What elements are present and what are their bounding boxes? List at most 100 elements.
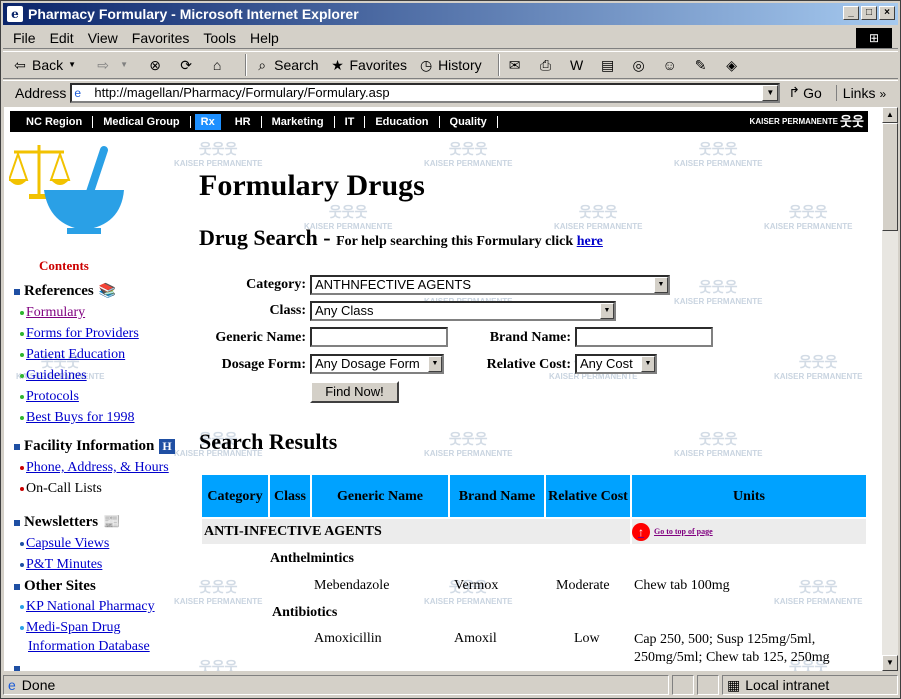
empty-cell <box>270 627 310 667</box>
scroll-up-button[interactable]: ▲ <box>882 107 898 123</box>
forward-arrow-icon: ⇨ <box>97 57 109 73</box>
link-text: Patient Education <box>26 347 126 362</box>
refresh-button[interactable]: ⟳ <box>177 56 198 74</box>
nav-it[interactable]: IT <box>335 115 366 128</box>
favorites-icon: ★ <box>331 57 344 73</box>
bullet <box>20 466 24 470</box>
book-button[interactable]: ◈ <box>723 56 744 74</box>
vertical-scrollbar[interactable]: ▲ ▼ <box>882 107 898 671</box>
document-icon: ▤ <box>601 57 615 73</box>
ie-icon: e <box>7 6 23 22</box>
search-label: Search <box>274 57 319 73</box>
col-brand-name: Brand Name <box>450 475 544 517</box>
toolbar-separator <box>245 54 248 76</box>
link-kp-national-pharmacy[interactable]: KP National Pharmacy <box>20 599 155 615</box>
go-arrow-icon: ↱ <box>788 84 801 100</box>
bullet <box>20 332 24 336</box>
to-top-cell: ↑ Go to top of page <box>632 519 866 544</box>
nav-rx[interactable]: Rx <box>194 113 221 130</box>
link-best-buys[interactable]: Best Buys for 1998 <box>20 410 135 426</box>
up-arrow-icon: ↑ <box>632 522 650 541</box>
close-button[interactable]: × <box>879 6 895 20</box>
brand-cell: Amoxil <box>454 631 497 646</box>
help-link[interactable]: here <box>577 234 603 249</box>
print-button[interactable]: ⎙ <box>537 56 558 74</box>
nav-nc-region[interactable]: NC Region <box>16 115 94 128</box>
links-button[interactable]: Links» <box>835 84 886 101</box>
nav-medical-group[interactable]: Medical Group <box>93 115 191 128</box>
page-title: Formulary Drugs <box>199 169 425 202</box>
zone-text: Local intranet <box>745 677 830 693</box>
watermark: 웃웃웃KAISER PERMANENTE <box>674 141 763 168</box>
favorites-button[interactable]: ★ Favorites <box>328 56 407 74</box>
link-on-call-lists[interactable]: On-Call Lists <box>20 481 102 497</box>
chevron-down-icon: ▼ <box>641 356 655 372</box>
intranet-icon: ▦ <box>727 676 741 693</box>
link-forms-for-providers[interactable]: Forms for Providers <box>20 326 139 342</box>
home-button[interactable]: ⌂ <box>208 56 229 74</box>
menu-help[interactable]: Help <box>250 30 279 46</box>
relative-cost-select[interactable]: Any Cost ▼ <box>575 354 657 374</box>
bullet <box>20 605 24 609</box>
history-button[interactable]: ◷ History <box>417 56 482 74</box>
maximize-button[interactable]: □ <box>861 6 877 20</box>
back-button[interactable]: ⇦ Back ▼ <box>11 56 84 74</box>
relative-cost-value: Any Cost <box>580 356 633 371</box>
category-select[interactable]: ANTHNFECTIVE AGENTS ▼ <box>310 275 670 295</box>
menu-view[interactable]: View <box>88 30 118 46</box>
contacts-button[interactable]: ☺ <box>661 56 682 74</box>
generic-name-input[interactable] <box>310 327 448 347</box>
link-phone-address-hours[interactable]: Phone, Address, & Hours <box>20 460 169 476</box>
bullet <box>20 395 24 399</box>
minimize-button[interactable]: _ <box>843 6 859 20</box>
favorites-label: Favorites <box>349 57 408 73</box>
find-now-button[interactable]: Find Now! <box>310 381 399 403</box>
go-to-top-link[interactable]: ↑ Go to top of page <box>632 522 866 541</box>
dosage-form-select[interactable]: Any Dosage Form ▼ <box>310 354 444 374</box>
link-guidelines[interactable]: Guidelines <box>20 368 87 384</box>
link-patient-education[interactable]: Patient Education <box>20 347 125 363</box>
scroll-thumb[interactable] <box>882 123 898 231</box>
search-button[interactable]: ⌕ Search <box>253 56 318 74</box>
brand-name-input[interactable] <box>575 327 713 347</box>
stop-button[interactable]: ⊗ <box>146 56 167 74</box>
relative-cost-label: Relative Cost: <box>486 357 571 372</box>
dropdown-icon: ▼ <box>120 60 129 69</box>
link-formulary[interactable]: Formulary <box>20 305 85 321</box>
nav-quality[interactable]: Quality <box>440 115 498 128</box>
bullet <box>20 563 24 567</box>
link-capsule-views[interactable]: Capsule Views <box>20 536 109 552</box>
nav-hr[interactable]: HR <box>225 115 262 128</box>
menu-file[interactable]: File <box>13 30 36 46</box>
status-text-panel: e Done <box>3 675 669 695</box>
address-input[interactable]: e http://magellan/Pharmacy/Formulary/For… <box>70 82 781 103</box>
links-label: Links <box>842 84 876 101</box>
link-medi-span-continued[interactable]: Information Database <box>28 639 150 655</box>
menu-favorites[interactable]: Favorites <box>132 30 190 46</box>
menu-edit[interactable]: Edit <box>50 30 74 46</box>
go-button[interactable]: ↱ Go <box>788 84 821 101</box>
cost-cell: Low <box>574 631 600 646</box>
dropdown-icon[interactable]: ▼ <box>63 56 81 74</box>
link-text: Medi-Span Drug <box>26 620 121 635</box>
link-text: Information Database <box>28 639 150 654</box>
link-pt-minutes[interactable]: P&T Minutes <box>20 557 102 573</box>
menu-tools[interactable]: Tools <box>203 30 236 46</box>
class-select[interactable]: Any Class ▼ <box>310 301 616 321</box>
nav-marketing[interactable]: Marketing <box>262 115 335 128</box>
address-dropdown-icon[interactable]: ▼ <box>762 84 779 101</box>
messenger-button[interactable]: ◎ <box>630 56 651 74</box>
col-class: Class <box>270 475 310 517</box>
bullet <box>20 626 24 630</box>
edit-button[interactable]: W <box>568 56 589 74</box>
nav-education[interactable]: Education <box>365 115 440 128</box>
forward-button[interactable]: ⇨ ▼ <box>94 56 136 74</box>
mail-button[interactable]: ✉ <box>506 56 527 74</box>
link-medi-span[interactable]: Medi-Span Drug <box>20 620 121 636</box>
drug-search-title: Drug Search - <box>199 225 337 250</box>
references-heading: References 📚 <box>14 283 116 300</box>
research-button[interactable]: ✎ <box>692 56 713 74</box>
discuss-button[interactable]: ▤ <box>599 56 620 74</box>
link-protocols[interactable]: Protocols <box>20 389 79 405</box>
scroll-down-button[interactable]: ▼ <box>882 655 898 671</box>
